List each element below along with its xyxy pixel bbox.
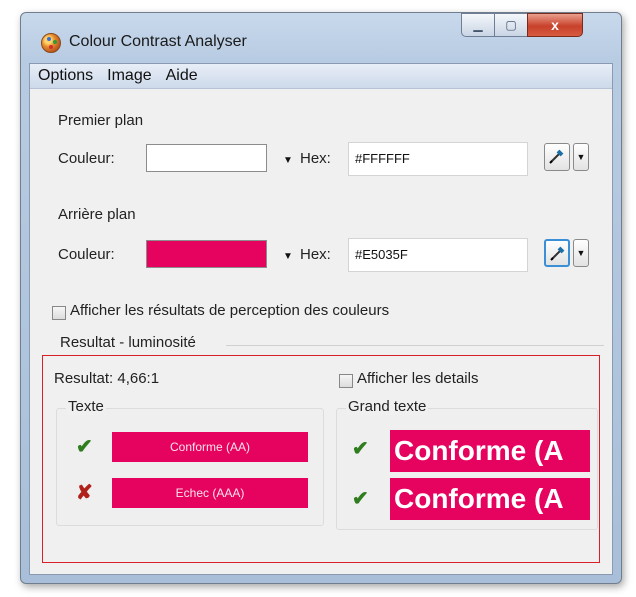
- details-checkbox-label[interactable]: Afficher les details: [357, 370, 478, 387]
- maximize-icon: ▢: [505, 18, 517, 32]
- foreground-picker-button[interactable]: [544, 143, 570, 171]
- close-icon: x: [551, 17, 559, 33]
- foreground-picker-menu-button[interactable]: ▼: [573, 143, 589, 171]
- menu-aide[interactable]: Aide: [166, 67, 198, 85]
- background-hex-input[interactable]: #E5035F: [348, 238, 528, 272]
- title-bar[interactable]: Colour Contrast Analyser ▁ ▢ x: [21, 13, 621, 63]
- background-colour-label: Couleur:: [58, 246, 115, 263]
- background-colour-swatch[interactable]: [146, 240, 267, 268]
- background-hex-label: Hex:: [300, 246, 331, 263]
- foreground-colour-swatch[interactable]: [146, 144, 267, 172]
- results-group-line: [226, 345, 604, 346]
- results-section-title: Resultat - luminosité: [60, 334, 196, 351]
- menu-bar: Options Image Aide: [30, 64, 612, 89]
- large-text-results-title: Grand texte: [346, 398, 429, 415]
- background-section-title: Arrière plan: [58, 206, 136, 223]
- menu-image[interactable]: Image: [107, 67, 151, 85]
- check-icon: ✔: [352, 438, 369, 460]
- check-icon: ✔: [352, 488, 369, 510]
- text-results-panel: [56, 408, 324, 526]
- large-text-aaa-result: Conforme (A: [390, 478, 590, 520]
- text-aaa-result: Echec (AAA): [112, 478, 308, 508]
- text-results-title: Texte: [66, 398, 106, 415]
- perception-checkbox[interactable]: [52, 306, 66, 320]
- maximize-button[interactable]: ▢: [494, 13, 528, 37]
- large-text-aa-result: Conforme (A: [390, 430, 590, 472]
- foreground-colour-dropdown-icon[interactable]: ▼: [283, 155, 293, 166]
- text-aa-result: Conforme (AA): [112, 432, 308, 462]
- check-icon: ✔: [76, 436, 93, 458]
- minimize-button[interactable]: ▁: [461, 13, 495, 37]
- cross-icon: ✘: [76, 482, 93, 504]
- eyedropper-icon: [549, 149, 564, 164]
- foreground-section-title: Premier plan: [58, 112, 144, 129]
- menu-options[interactable]: Options: [38, 67, 93, 85]
- background-picker-menu-button[interactable]: ▼: [573, 239, 589, 267]
- perception-checkbox-label[interactable]: Afficher les résultats de perception des…: [70, 302, 389, 319]
- colour-palette-icon: [41, 33, 61, 53]
- foreground-colour-label: Couleur:: [58, 150, 115, 167]
- background-colour-dropdown-icon[interactable]: ▼: [283, 251, 293, 262]
- client-area: Options Image Aide Premier plan Couleur:…: [29, 63, 613, 575]
- details-checkbox[interactable]: [339, 374, 353, 388]
- eyedropper-icon: [550, 246, 565, 261]
- contrast-ratio-label: Resultat: 4,66:1: [54, 370, 160, 387]
- app-window: Colour Contrast Analyser ▁ ▢ x Options I…: [20, 12, 622, 584]
- foreground-hex-label: Hex:: [300, 150, 331, 167]
- window-title: Colour Contrast Analyser: [69, 33, 247, 50]
- minimize-icon: ▁: [473, 18, 483, 32]
- background-picker-button[interactable]: [544, 239, 570, 267]
- foreground-hex-input[interactable]: #FFFFFF: [348, 142, 528, 176]
- close-button[interactable]: x: [527, 13, 583, 37]
